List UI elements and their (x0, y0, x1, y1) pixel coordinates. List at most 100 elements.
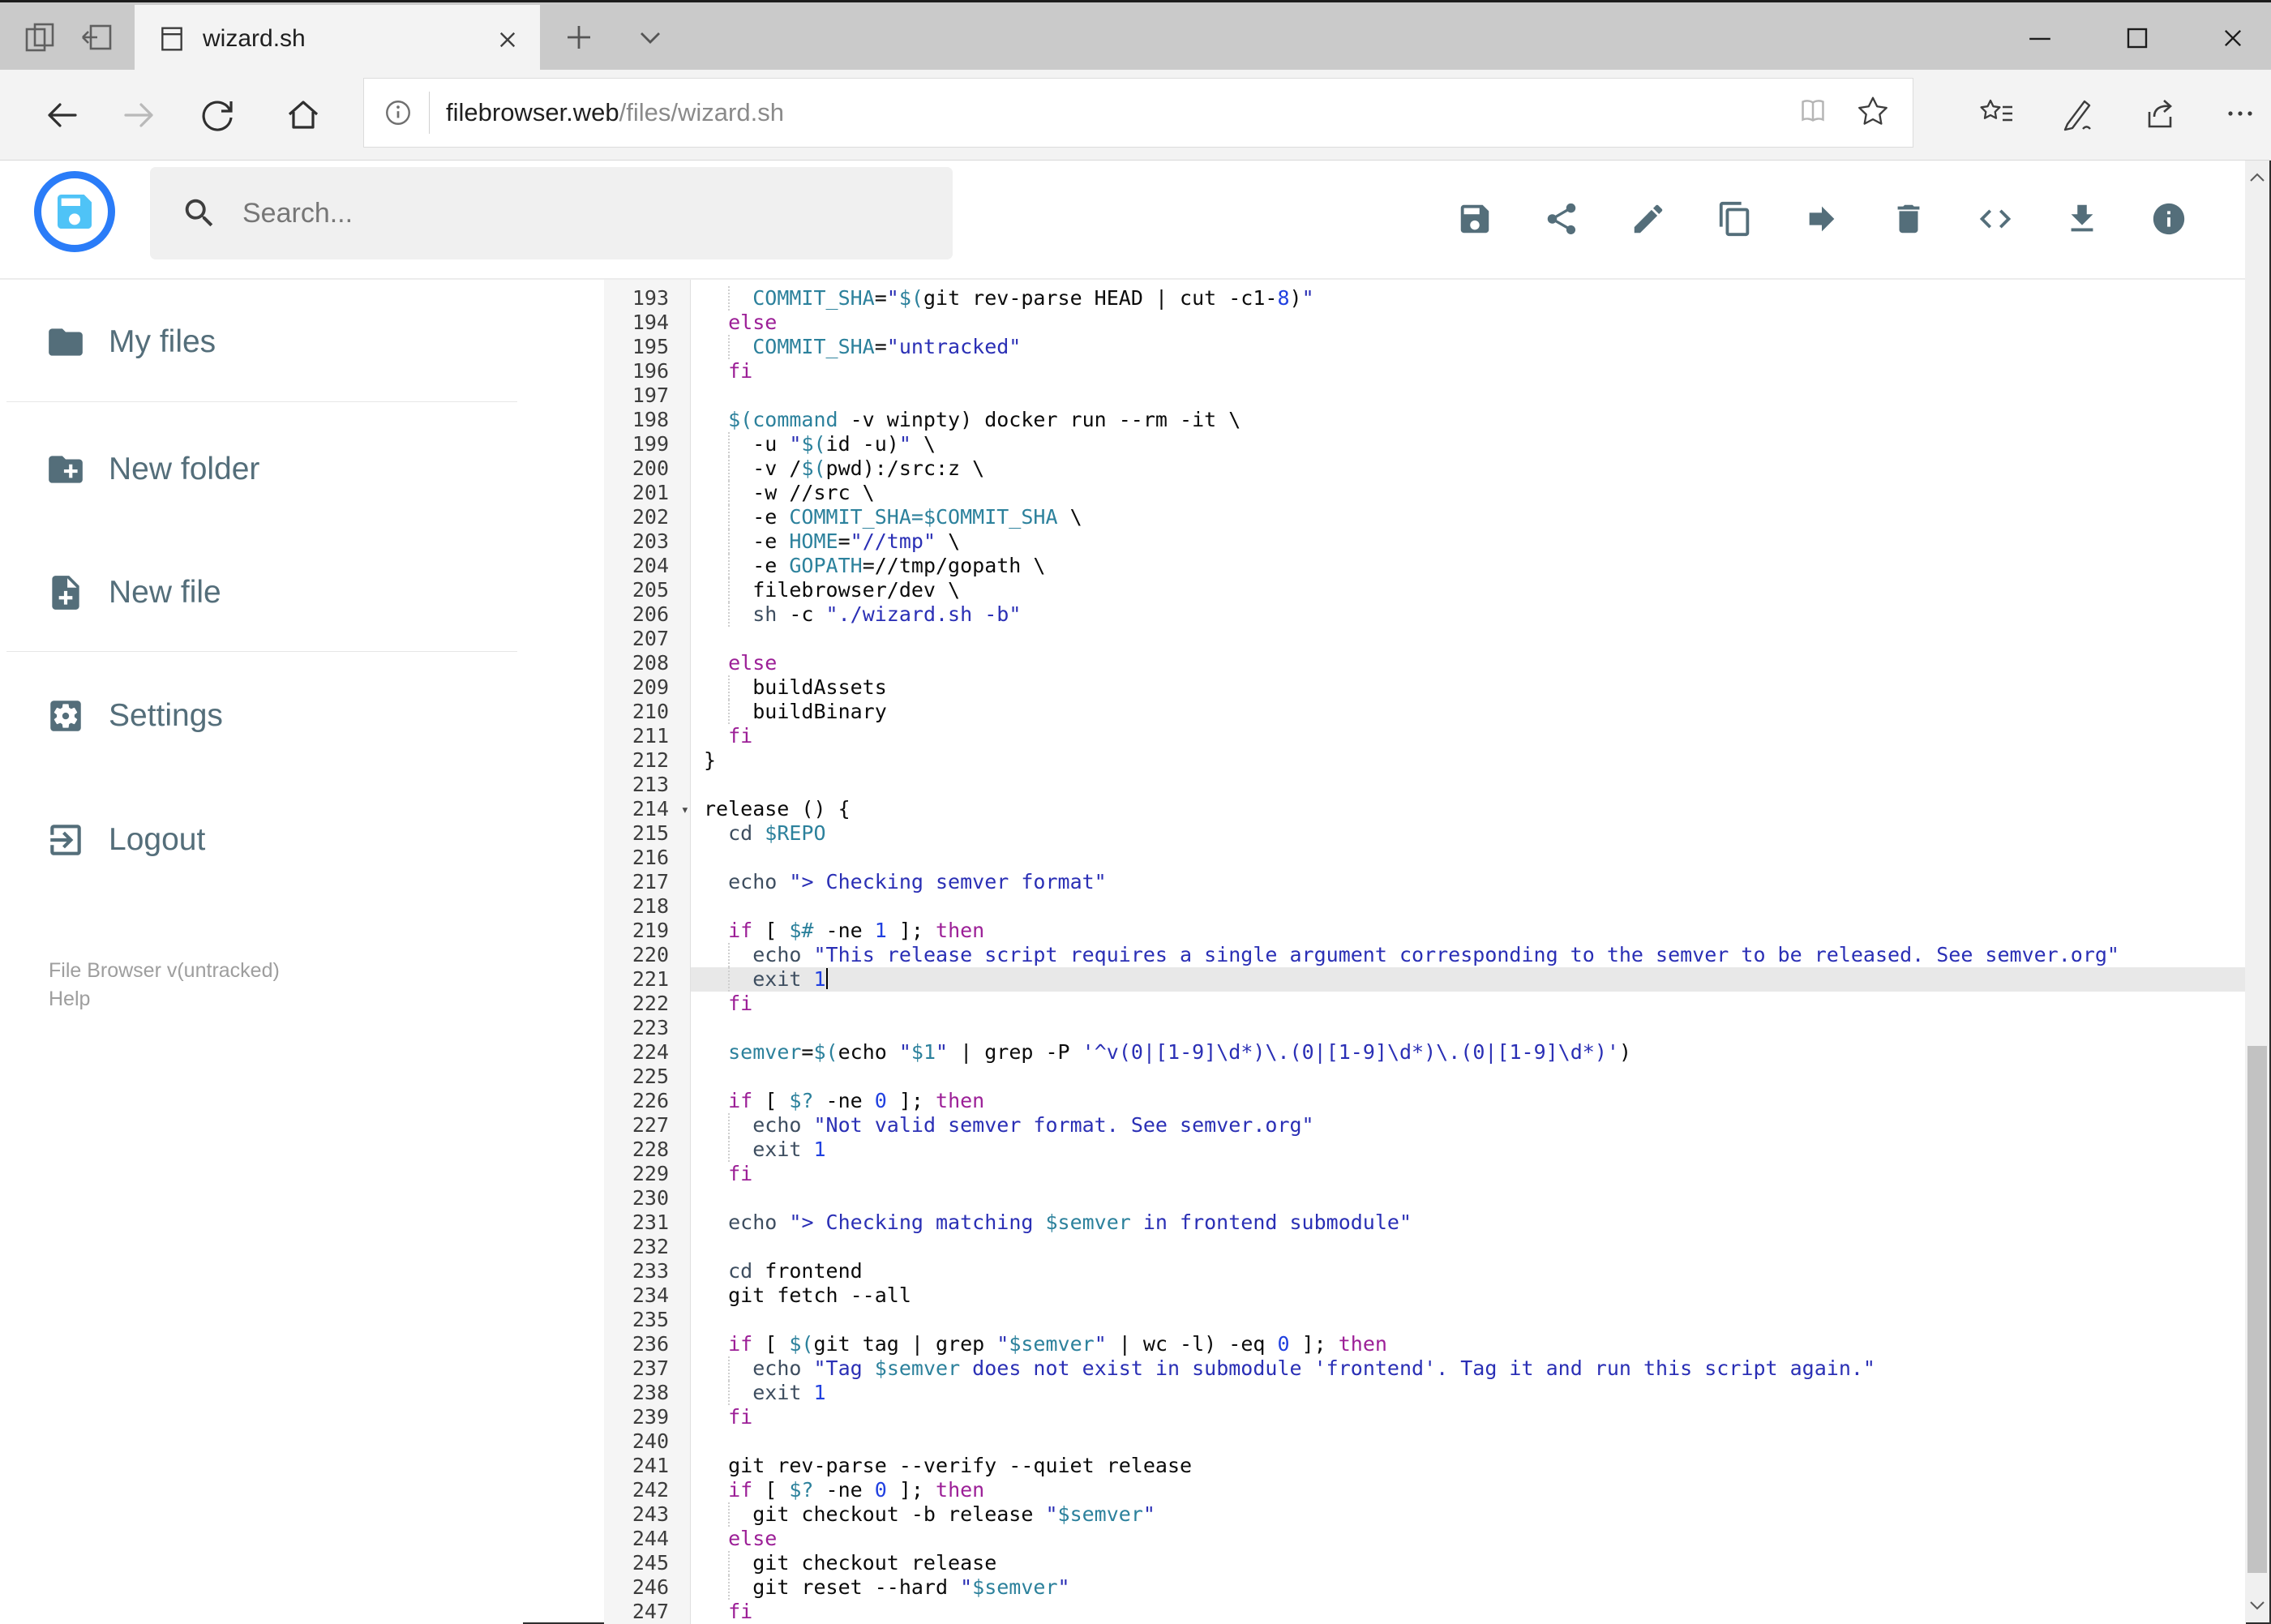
code-line[interactable]: 240 (604, 1429, 2246, 1454)
code-line[interactable]: 234 git fetch --all (604, 1283, 2246, 1308)
tab-close-icon[interactable] (490, 22, 525, 58)
hub-favorites-icon[interactable] (1977, 94, 2016, 137)
delete-button[interactable] (1883, 193, 1935, 245)
code-line[interactable]: 225 (604, 1065, 2246, 1089)
share-page-icon[interactable] (2140, 94, 2179, 137)
code-line[interactable]: 238 exit 1 (604, 1381, 2246, 1405)
code-line[interactable]: 217 echo "> Checking semver format" (604, 870, 2246, 894)
sidebar-item-settings[interactable]: Settings (0, 685, 523, 747)
code-line[interactable]: 193 COMMIT_SHA="$(git rev-parse HEAD | c… (604, 286, 2246, 311)
browser-tab[interactable]: wizard.sh (135, 5, 540, 72)
code-line[interactable]: 207 (604, 627, 2246, 651)
code-line[interactable]: 231 echo "> Checking matching $semver in… (604, 1211, 2246, 1235)
code-line[interactable]: 239 fi (604, 1405, 2246, 1429)
code-editor[interactable]: 193 COMMIT_SHA="$(git rev-parse HEAD | c… (604, 280, 2246, 1624)
code-line[interactable]: 194 else (604, 311, 2246, 335)
code-line[interactable]: 220 echo "This release script requires a… (604, 943, 2246, 967)
sidebar-item-logout[interactable]: Logout (0, 809, 523, 871)
sidebar-item-my-files[interactable]: My files (0, 311, 523, 373)
code-line[interactable]: 233 cd frontend (604, 1259, 2246, 1283)
code-line[interactable]: 204 -e GOPATH=//tmp/gopath \ (604, 554, 2246, 578)
code-line[interactable]: 237 echo "Tag $semver does not exist in … (604, 1356, 2246, 1381)
filebrowser-logo[interactable] (34, 171, 115, 252)
code-line[interactable]: 228 exit 1 (604, 1138, 2246, 1162)
code-line[interactable]: 246 git reset --hard "$semver" (604, 1575, 2246, 1600)
code-line[interactable]: 210 buildBinary (604, 700, 2246, 724)
code-line[interactable]: 245 git checkout release (604, 1551, 2246, 1575)
code-line[interactable]: 216 (604, 846, 2246, 870)
code-line[interactable]: 241 git rev-parse --verify --quiet relea… (604, 1454, 2246, 1478)
help-link[interactable]: Help (49, 988, 90, 1011)
code-line[interactable]: 201 -w //src \ (604, 481, 2246, 505)
code-line[interactable]: 235 (604, 1308, 2246, 1332)
restore-tabs-icon[interactable] (78, 18, 117, 57)
code-line[interactable]: 195 COMMIT_SHA="untracked" (604, 335, 2246, 359)
sidebar-item-new-file[interactable]: New file (0, 562, 523, 623)
code-line[interactable]: 197 (604, 384, 2246, 408)
close-button[interactable] (2210, 19, 2256, 58)
page-scrollbar[interactable] (2245, 161, 2269, 1622)
code-line[interactable]: 219 if [ $# -ne 1 ]; then (604, 919, 2246, 943)
search-bar[interactable] (150, 167, 953, 259)
info-button[interactable] (2143, 193, 2195, 245)
forward-icon[interactable] (120, 96, 159, 135)
sidebar-item-new-folder[interactable]: New folder (0, 439, 523, 500)
code-line[interactable]: 198 $(command -v winpty) docker run --rm… (604, 408, 2246, 432)
code-line[interactable]: 221 exit 1 (604, 967, 2246, 992)
code-line[interactable]: 230 (604, 1186, 2246, 1211)
code-line[interactable]: 205 filebrowser/dev \ (604, 578, 2246, 602)
code-line[interactable]: 223 (604, 1016, 2246, 1040)
back-icon[interactable] (42, 96, 81, 135)
code-line[interactable]: 203 -e HOME="//tmp" \ (604, 529, 2246, 554)
favorite-star-icon[interactable] (1854, 92, 1892, 134)
code-line[interactable]: 247 fi (604, 1600, 2246, 1624)
code-line[interactable]: 200 -v /$(pwd):/src:z \ (604, 456, 2246, 481)
code-line[interactable]: 218 (604, 894, 2246, 919)
code-line[interactable]: 215 cd $REPO (604, 821, 2246, 846)
code-line[interactable]: 214 ▾ release () { (604, 797, 2246, 821)
raw-code-button[interactable] (1969, 193, 2021, 245)
line-number: 231 (604, 1211, 691, 1235)
download-button[interactable] (2056, 193, 2108, 245)
scrollbar-thumb[interactable] (2247, 1046, 2267, 1573)
code-line[interactable]: 206 sh -c "./wizard.sh -b" (604, 602, 2246, 627)
edit-button[interactable] (1622, 193, 1674, 245)
fold-marker-icon[interactable]: ▾ (681, 798, 689, 822)
code-line[interactable]: 226 if [ $? -ne 0 ]; then (604, 1089, 2246, 1113)
home-icon[interactable] (284, 96, 323, 135)
address-bar[interactable]: filebrowser.web/files/wizard.sh (363, 78, 1913, 148)
more-options-icon[interactable] (2221, 94, 2260, 137)
scroll-up-icon[interactable] (2245, 161, 2269, 193)
code-line[interactable]: 222 fi (604, 992, 2246, 1016)
code-line[interactable]: 202 -e COMMIT_SHA=$COMMIT_SHA \ (604, 505, 2246, 529)
code-line[interactable]: 232 (604, 1235, 2246, 1259)
code-line[interactable]: 229 fi (604, 1162, 2246, 1186)
share-button[interactable] (1536, 193, 1588, 245)
web-notes-icon[interactable] (2059, 94, 2097, 137)
code-line[interactable]: 209 buildAssets (604, 675, 2246, 700)
code-line[interactable]: 213 (604, 773, 2246, 797)
new-tab-icon[interactable] (559, 18, 598, 57)
code-line[interactable]: 236 if [ $(git tag | grep "$semver" | wc… (604, 1332, 2246, 1356)
move-button[interactable] (1796, 193, 1848, 245)
code-line[interactable]: 208 else (604, 651, 2246, 675)
code-line[interactable]: 227 echo "Not valid semver format. See s… (604, 1113, 2246, 1138)
code-line[interactable]: 243 git checkout -b release "$semver" (604, 1502, 2246, 1527)
code-line[interactable]: 224 semver=$(echo "$1" | grep -P '^v(0|[… (604, 1040, 2246, 1065)
refresh-icon[interactable] (198, 96, 237, 135)
code-line[interactable]: 211 fi (604, 724, 2246, 748)
code-line[interactable]: 212} (604, 748, 2246, 773)
search-input[interactable] (241, 196, 906, 230)
tab-menu-icon[interactable] (631, 18, 670, 57)
code-line[interactable]: 242 if [ $? -ne 0 ]; then (604, 1478, 2246, 1502)
save-button[interactable] (1449, 193, 1501, 245)
code-line[interactable]: 196 fi (604, 359, 2246, 384)
scroll-down-icon[interactable] (2245, 1590, 2269, 1622)
set-aside-tabs-icon[interactable] (21, 18, 60, 57)
copy-button[interactable] (1709, 193, 1761, 245)
code-line[interactable]: 199 -u "$(id -u)" \ (604, 432, 2246, 456)
code-line[interactable]: 244 else (604, 1527, 2246, 1551)
minimize-button[interactable] (2017, 19, 2063, 58)
maximize-button[interactable] (2115, 19, 2160, 58)
site-info-icon[interactable] (380, 95, 416, 131)
